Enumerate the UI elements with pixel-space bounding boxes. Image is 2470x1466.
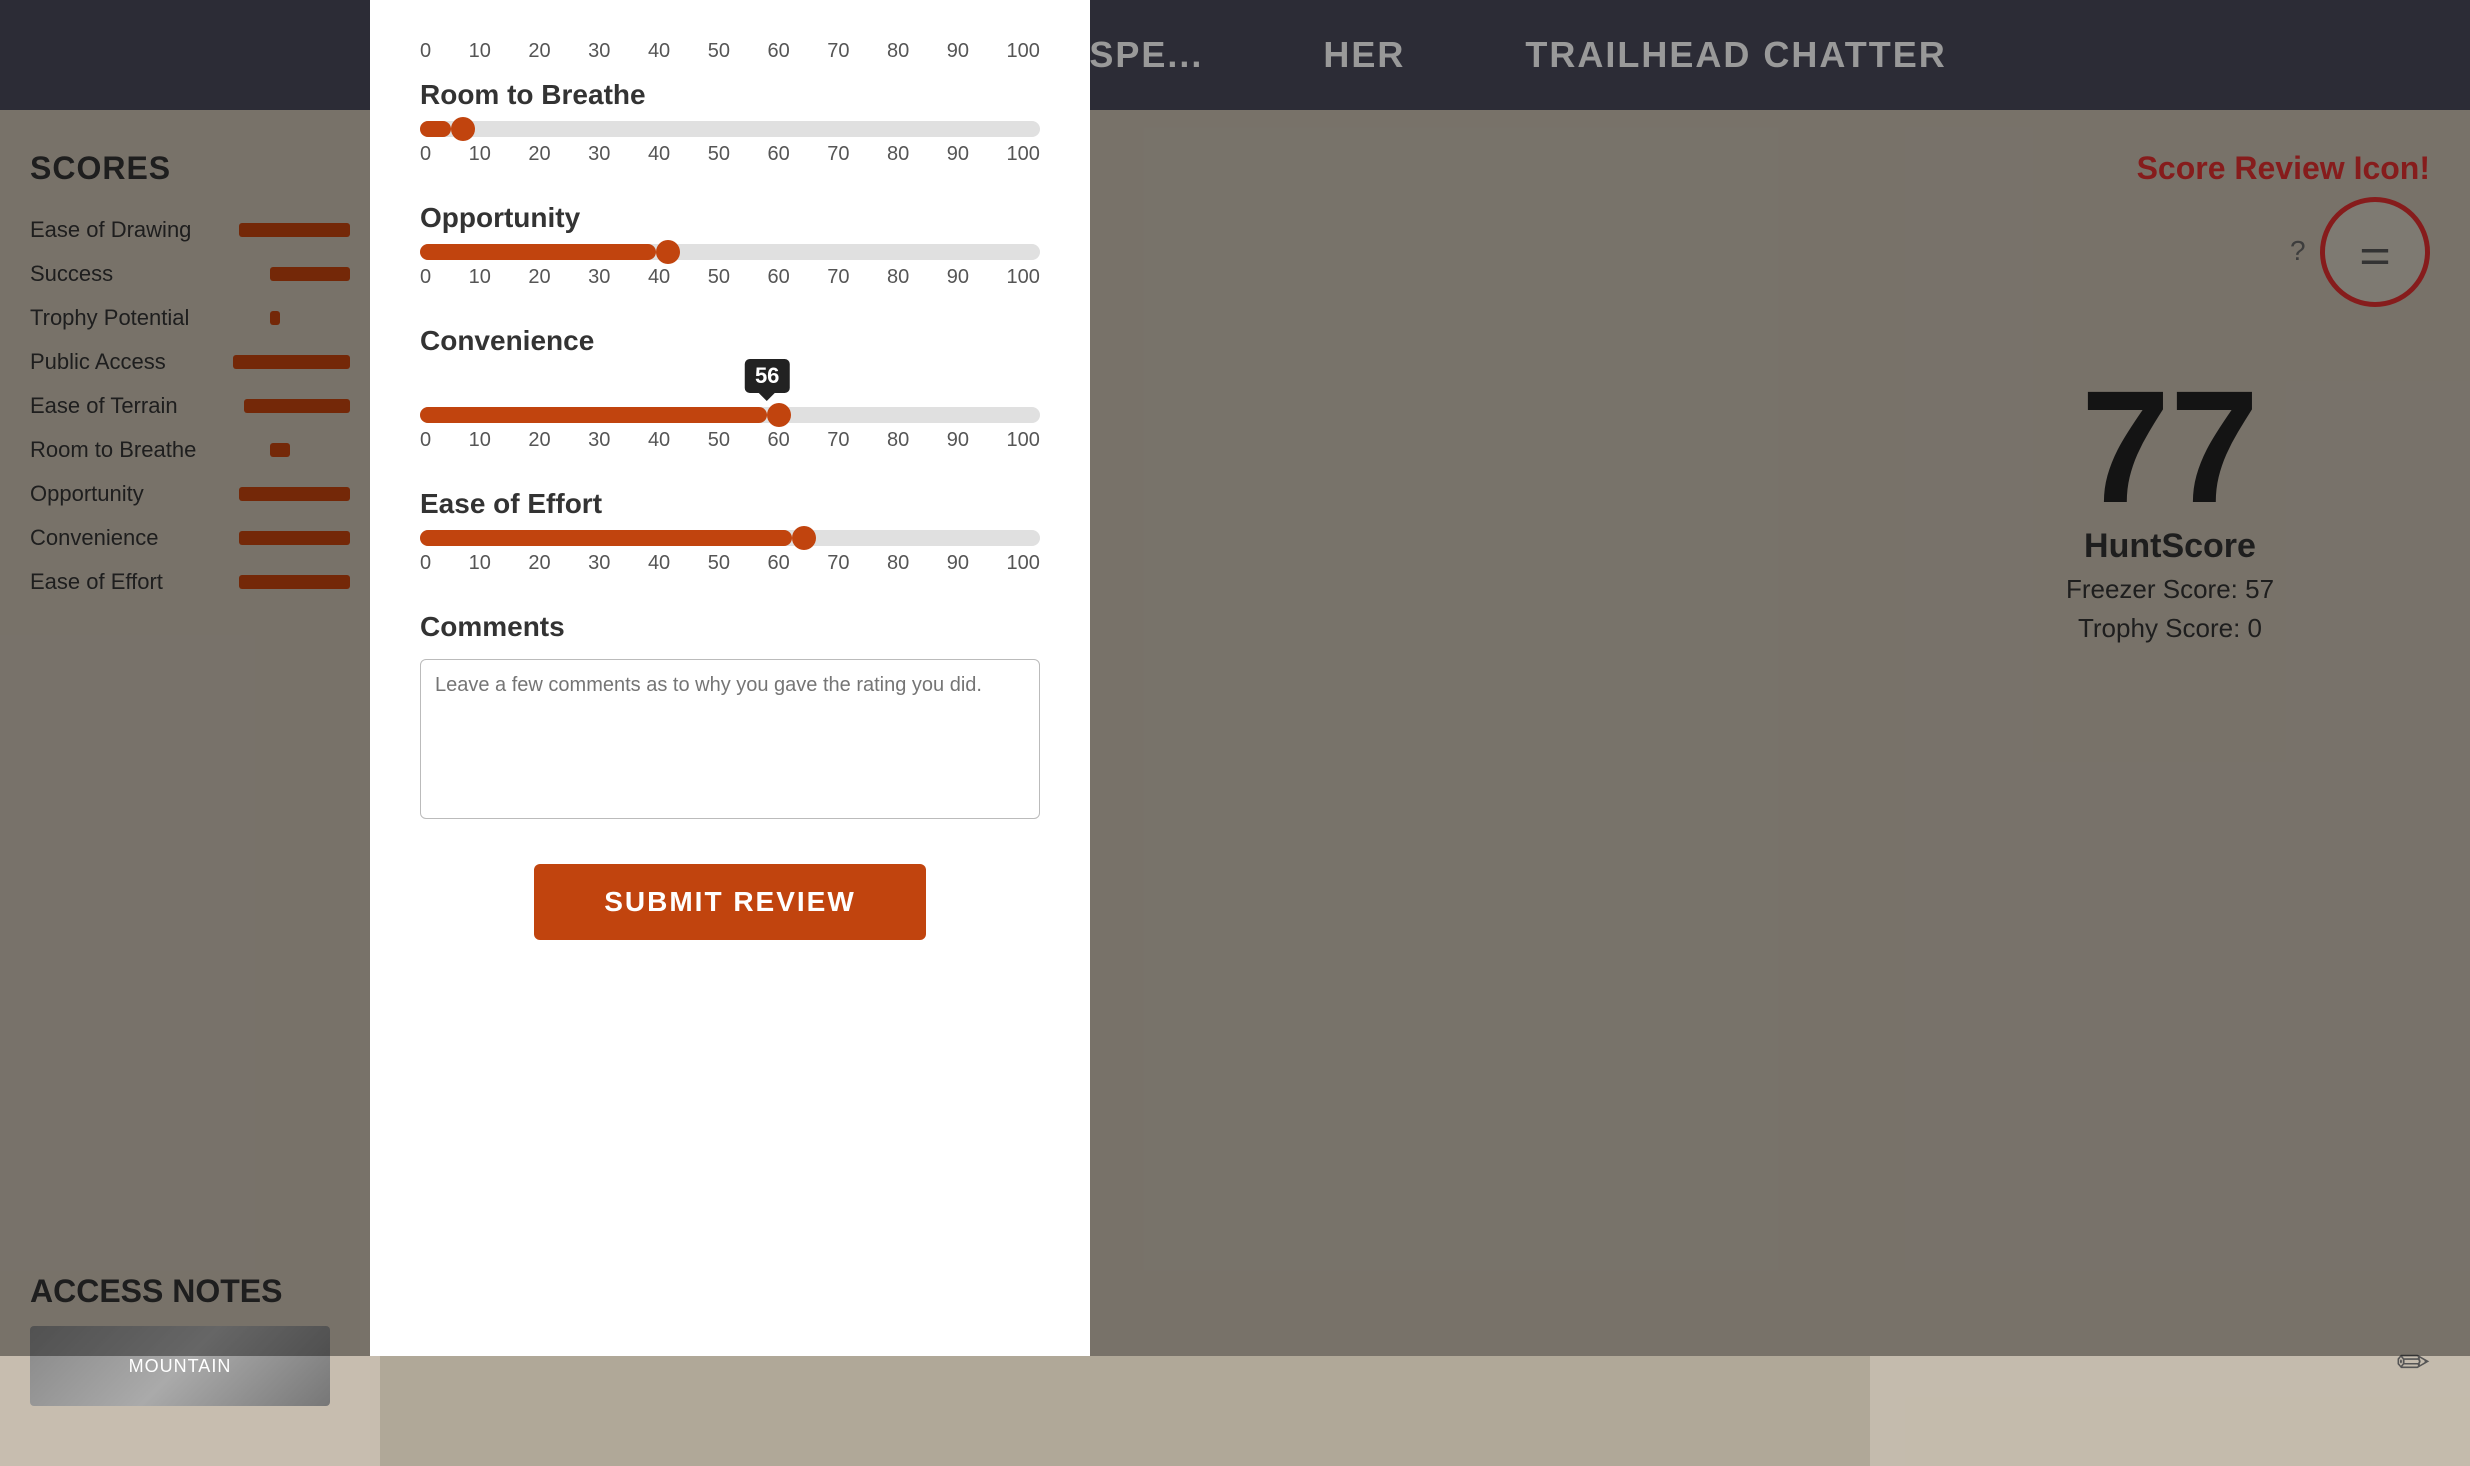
submit-review-button[interactable]: SUBMIT REVIEW bbox=[534, 864, 926, 940]
scale-labels-convenience: 01020 304050 607080 90100 bbox=[420, 429, 1040, 452]
comments-section: Comments bbox=[420, 611, 1040, 824]
slider-fill-room-to-breathe bbox=[420, 121, 451, 137]
section-ease-of-effort: Ease of Effort 01020 304050 607080 90100 bbox=[420, 488, 1040, 575]
section-opportunity: Opportunity 01020 304050 607080 90100 bbox=[420, 202, 1040, 289]
section-title-convenience: Convenience bbox=[420, 325, 1040, 357]
slider-thumb-room-to-breathe[interactable] bbox=[451, 117, 475, 141]
section-title-room-to-breathe: Room to Breathe bbox=[420, 79, 1040, 111]
slider-fill-ease-of-effort bbox=[420, 530, 792, 546]
section-room-to-breathe: Room to Breathe 01020 304050 607080 9010… bbox=[420, 79, 1040, 166]
section-title-opportunity: Opportunity bbox=[420, 202, 1040, 234]
slider-tooltip-convenience: 56 bbox=[745, 359, 789, 393]
slider-fill-convenience bbox=[420, 407, 767, 423]
section-convenience: Convenience 56 01020 304050 607080 90100 bbox=[420, 325, 1040, 452]
slider-track-room-to-breathe[interactable] bbox=[420, 121, 1040, 137]
comments-textarea[interactable] bbox=[420, 659, 1040, 819]
slider-thumb-opportunity[interactable] bbox=[656, 240, 680, 264]
scale-labels-room-to-breathe: 01020 304050 607080 90100 bbox=[420, 143, 1040, 166]
mountain-label: MOUNTAIN bbox=[129, 1356, 232, 1377]
modal-overlay: 0 10 20 30 40 50 60 70 80 90 100 Room to… bbox=[0, 0, 2470, 1356]
scale-labels-ease-of-effort: 01020 304050 607080 90100 bbox=[420, 552, 1040, 575]
modal-panel: 0 10 20 30 40 50 60 70 80 90 100 Room to… bbox=[370, 0, 1090, 1356]
section-title-ease-of-effort: Ease of Effort bbox=[420, 488, 1040, 520]
top-scale-labels: 0 10 20 30 40 50 60 70 80 90 100 bbox=[420, 40, 1040, 63]
slider-track-opportunity[interactable] bbox=[420, 244, 1040, 260]
comments-label: Comments bbox=[420, 611, 1040, 643]
slider-thumb-convenience[interactable]: 56 bbox=[767, 403, 791, 427]
slider-track-ease-of-effort[interactable] bbox=[420, 530, 1040, 546]
slider-thumb-ease-of-effort[interactable] bbox=[792, 526, 816, 550]
scale-labels-opportunity: 01020 304050 607080 90100 bbox=[420, 266, 1040, 289]
slider-track-convenience[interactable]: 56 bbox=[420, 407, 1040, 423]
slider-fill-opportunity bbox=[420, 244, 656, 260]
